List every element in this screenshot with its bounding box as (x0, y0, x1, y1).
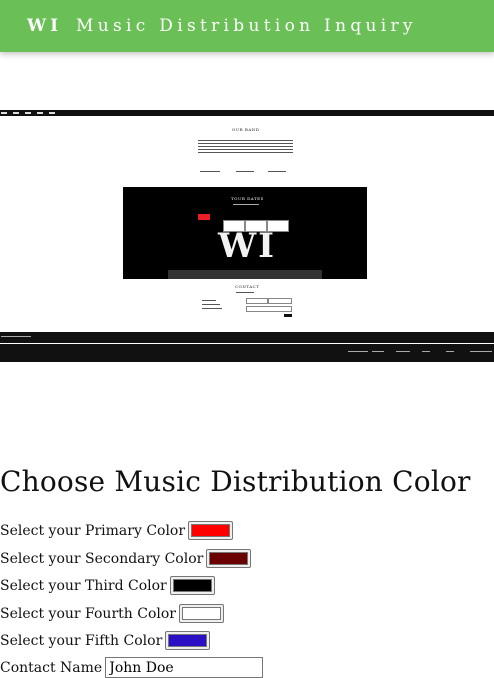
third-color-swatch (172, 579, 212, 592)
third-color-label: Select your Third Color (0, 577, 167, 594)
preview-heading-band: OUR BAND (232, 127, 260, 132)
preview-overlay-logo: WI (217, 226, 277, 266)
fifth-color-label: Select your Fifth Color (0, 632, 163, 649)
fourth-color-swatch (181, 607, 221, 620)
third-color-picker[interactable] (169, 576, 215, 595)
fifth-color-picker[interactable] (165, 631, 211, 650)
preview-navbar (0, 110, 494, 116)
app-header: WI Music Distribution Inquiry (0, 0, 494, 52)
contact-name-label: Contact Name (0, 659, 103, 676)
brand-logo[interactable]: WI (27, 16, 62, 36)
fourth-color-row: Select your Fourth Color (0, 604, 224, 623)
preview-red-thumb (198, 214, 210, 220)
preview-stripe (168, 270, 322, 279)
primary-color-row: Select your Primary Color (0, 521, 234, 540)
primary-color-swatch (191, 524, 231, 537)
third-color-row: Select your Third Color (0, 576, 215, 595)
fourth-color-label: Select your Fourth Color (0, 605, 176, 622)
color-section-heading: Choose Music Distribution Color (0, 465, 471, 498)
preview-heading-tour: TOUR DATES (231, 196, 264, 201)
secondary-color-swatch (209, 552, 249, 565)
page-title: Music Distribution Inquiry (76, 16, 417, 36)
preview-footer-top (0, 332, 494, 343)
primary-color-label: Select your Primary Color (0, 522, 186, 539)
preview-heading-contact: CONTACT (235, 284, 260, 289)
secondary-color-row: Select your Secondary Color (0, 549, 252, 568)
primary-color-picker[interactable] (188, 521, 234, 540)
fifth-color-swatch (168, 634, 208, 647)
preview-footer (0, 344, 494, 362)
contact-name-row: Contact Name (0, 657, 264, 678)
fourth-color-picker[interactable] (178, 604, 224, 623)
website-preview: OUR BAND TOUR DATES CONTACT WI (0, 110, 494, 362)
fifth-color-row: Select your Fifth Color (0, 631, 211, 650)
contact-name-input[interactable] (105, 657, 264, 678)
secondary-color-label: Select your Secondary Color (0, 550, 204, 567)
secondary-color-picker[interactable] (206, 549, 252, 568)
